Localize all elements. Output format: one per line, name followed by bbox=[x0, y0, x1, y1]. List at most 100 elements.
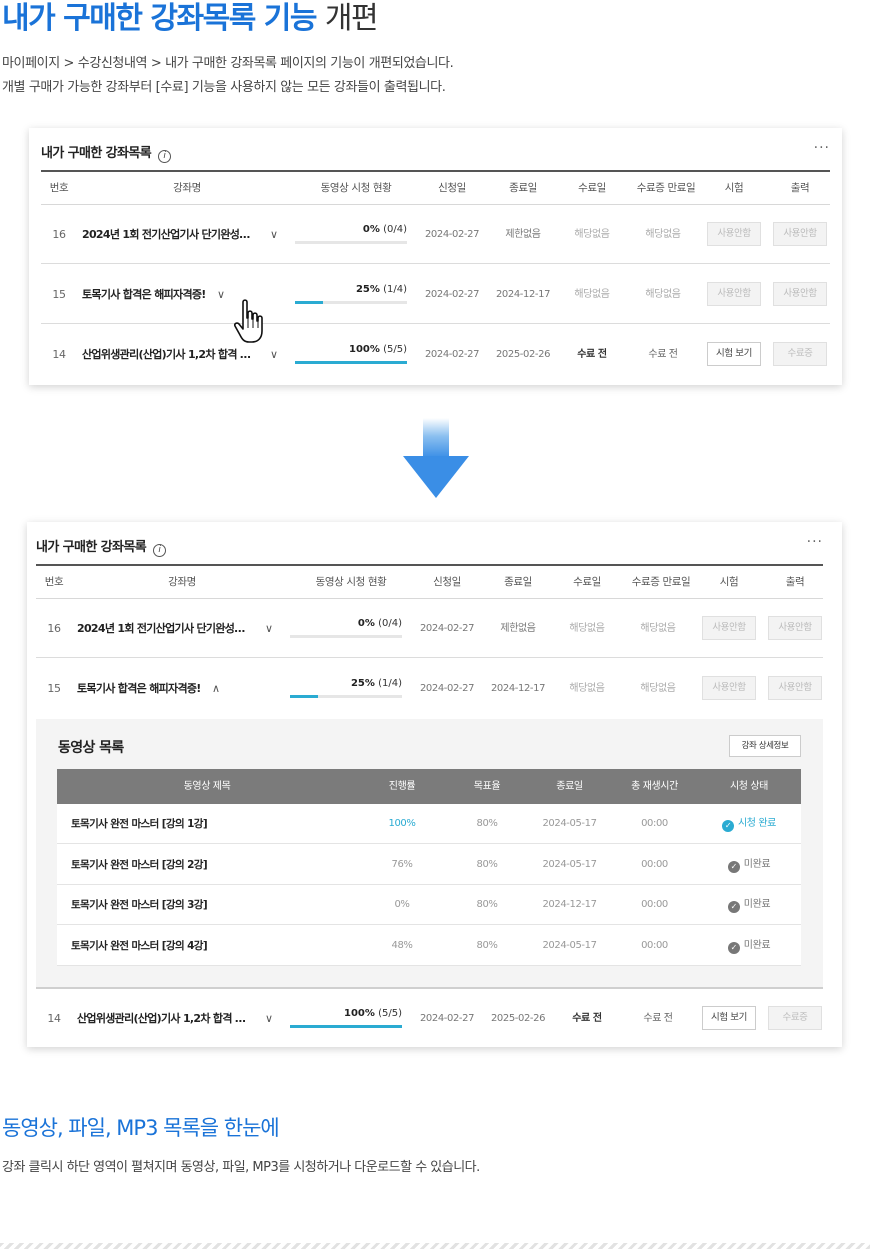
th-col-num: 번호 bbox=[44, 576, 64, 588]
video-title[interactable]: 토목기사 완전 마스터 [강의 4강] bbox=[71, 926, 351, 966]
course-name[interactable]: 산업위생관리(산업)기사 1,2차 합격 … ∨ bbox=[77, 989, 287, 1048]
apply-date: 2024-02-27 bbox=[419, 623, 475, 634]
course-list-panel-before: 내가 구매한 강좌목록 i ··· 번호 강좌명 동영상 시청 현황 신청일 종료일 수료일… bbox=[29, 128, 842, 385]
exam-button[interactable]: 시험 보기 bbox=[702, 1006, 756, 1030]
watch-status: ✓ 미완료 bbox=[697, 885, 801, 925]
chevron-up-icon[interactable]: ∧ bbox=[212, 659, 220, 718]
dashed-divider bbox=[0, 1243, 870, 1249]
watch-status: ✓ 미완료 bbox=[697, 845, 801, 885]
watch-status: ✓ 시청 완료 bbox=[697, 804, 801, 844]
apply-date: 2024-02-27 bbox=[424, 229, 480, 240]
print-button[interactable]: 사용안함 bbox=[768, 616, 822, 640]
progress-percent: 25% bbox=[355, 284, 380, 295]
course-name[interactable]: 2024년 1회 전기산업기사 단기완성… ∨ bbox=[77, 599, 287, 658]
progress-label: 100% (5/5) bbox=[349, 344, 407, 355]
video-table: 동영상 제목 진행률 목표율 종료일 총 재생시간 시청 상태 토목기사 완전 마스터 [… bbox=[57, 769, 801, 966]
progress-fill bbox=[295, 301, 323, 304]
th-col-complete: 수료일 bbox=[578, 182, 606, 194]
panel-header: 내가 구매한 강좌목록 i ··· bbox=[36, 534, 823, 557]
table-row[interactable]: 16 2024년 1회 전기산업기사 단기완성… ∨ 0% (0/4) 2024-02-… bbox=[41, 205, 830, 264]
progress-fill bbox=[290, 695, 318, 698]
video-row[interactable]: 토목기사 완전 마스터 [강의 2강] 76% 80% 2024-05-17 00:00… bbox=[57, 844, 801, 885]
video-end-date: 2024-05-17 bbox=[542, 939, 597, 951]
watch-status: ✓ 미완료 bbox=[697, 926, 801, 966]
more-icon[interactable]: ··· bbox=[807, 534, 823, 550]
video-end-date: 2024-05-17 bbox=[542, 818, 597, 829]
exam-button[interactable]: 사용안함 bbox=[707, 282, 761, 306]
exam-button[interactable]: 시험 보기 bbox=[707, 342, 761, 366]
more-icon[interactable]: ··· bbox=[814, 140, 830, 156]
chevron-down-icon[interactable]: ∨ bbox=[270, 205, 278, 264]
course-name-label: 산업위생관리(산업)기사 1,2차 합격 … bbox=[77, 1012, 246, 1025]
chevron-down-icon[interactable]: ∨ bbox=[265, 989, 273, 1048]
cert-expire-date: 해당없음 bbox=[640, 623, 676, 634]
th-col-exam: 시험 bbox=[724, 182, 744, 194]
hero-title-accent: 내가 구매한 강좌목록 기능 bbox=[2, 1, 317, 36]
end-date: 제한없음 bbox=[505, 229, 541, 240]
watch-status-label: 시청 완료 bbox=[738, 818, 776, 829]
video-title[interactable]: 토목기사 완전 마스터 [강의 1강] bbox=[71, 804, 351, 844]
th-col-print: 출력 bbox=[790, 182, 810, 194]
section-description: 강좌 클릭시 하단 영역이 펼쳐지며 동영상, 파일, MP3를 시청하거나 다… bbox=[2, 1160, 480, 1175]
video-title[interactable]: 토목기사 완전 마스터 [강의 2강] bbox=[71, 845, 351, 885]
end-date: 제한없음 bbox=[500, 623, 536, 634]
th-col-print: 출력 bbox=[785, 576, 805, 588]
course-name-label: 토목기사 합격은 해피자격증! bbox=[77, 682, 201, 695]
th-col-progress: 동영상 시청 현황 bbox=[315, 576, 387, 588]
print-button[interactable]: 사용안함 bbox=[773, 282, 827, 306]
row-number: 14 bbox=[47, 1012, 61, 1025]
video-title[interactable]: 토목기사 완전 마스터 [강의 3강] bbox=[71, 885, 351, 925]
table-row[interactable]: 14 산업위생관리(산업)기사 1,2차 합격 … ∨ 100% (5/5) 2024-… bbox=[41, 325, 830, 384]
video-progress: 48% bbox=[391, 939, 413, 951]
progress-label: 25% (1/4) bbox=[351, 678, 402, 689]
print-button[interactable]: 사용안함 bbox=[768, 676, 822, 700]
course-name-label: 2024년 1회 전기산업기사 단기완성… bbox=[82, 228, 250, 241]
progress-fill bbox=[295, 361, 407, 364]
progress-label: 0% (0/4) bbox=[363, 224, 407, 235]
th-col-name: 강좌명 bbox=[173, 182, 201, 194]
table-row[interactable]: 15 토목기사 합격은 해피자격증! ∧ 25% (1/4) 2024-02-27 202… bbox=[36, 659, 823, 718]
hero-desc-line-1: 마이페이지 > 수강신청내역 > 내가 구매한 강좌목록 페이지의 기능이 개편… bbox=[2, 56, 454, 71]
progress-percent: 100% bbox=[344, 1008, 375, 1019]
video-progress: 0% (0/4) bbox=[295, 205, 407, 264]
video-progress: 76% bbox=[391, 858, 413, 870]
apply-date: 2024-02-27 bbox=[424, 289, 480, 300]
video-duration: 00:00 bbox=[641, 939, 668, 951]
table-row[interactable]: 16 2024년 1회 전기산업기사 단기완성… ∨ 0% (0/4) 2024-02-… bbox=[36, 599, 823, 658]
table-row[interactable]: 15 토목기사 합격은 해피자격증! ∨ 25% (1/4) 2024-02-27 202… bbox=[41, 265, 830, 324]
chevron-down-icon[interactable]: ∨ bbox=[265, 599, 273, 658]
exam-button[interactable]: 사용안함 bbox=[702, 616, 756, 640]
course-detail-button[interactable]: 강좌 상세정보 bbox=[729, 735, 801, 757]
progress-count: (0/4) bbox=[383, 224, 407, 235]
print-button[interactable]: 수료증 bbox=[773, 342, 827, 366]
video-progress: 25% (1/4) bbox=[295, 265, 407, 324]
chevron-down-icon[interactable]: ∨ bbox=[270, 325, 278, 384]
course-name[interactable]: 토목기사 합격은 해피자격증! ∧ bbox=[77, 659, 287, 718]
video-row[interactable]: 토목기사 완전 마스터 [강의 1강] 100% 80% 2024-05-17 00:0… bbox=[57, 804, 801, 844]
video-row[interactable]: 토목기사 완전 마스터 [강의 3강] 0% 80% 2024-12-17 00:00 ✓… bbox=[57, 885, 801, 925]
cert-expire-date: 수료 전 bbox=[643, 1013, 673, 1024]
th-col-exam: 시험 bbox=[719, 576, 739, 588]
th-col-apply: 신청일 bbox=[438, 182, 466, 194]
apply-date: 2024-02-27 bbox=[419, 683, 475, 694]
progress-count: (5/5) bbox=[378, 1008, 402, 1019]
progress-label: 0% (0/4) bbox=[358, 618, 402, 629]
chevron-down-icon[interactable]: ∨ bbox=[217, 265, 225, 324]
info-icon[interactable]: i bbox=[153, 544, 167, 557]
course-table: 번호 강좌명 동영상 시청 현황 신청일 종료일 수료일 수료증 만료일 시험 출력 16 202… bbox=[41, 170, 830, 380]
video-row[interactable]: 토목기사 완전 마스터 [강의 4강] 48% 80% 2024-05-17 00:00… bbox=[57, 925, 801, 966]
info-icon[interactable]: i bbox=[158, 150, 172, 163]
apply-date: 2024-02-27 bbox=[419, 1013, 475, 1024]
cert-expire-date: 해당없음 bbox=[640, 683, 676, 694]
row-number: 16 bbox=[52, 228, 66, 241]
course-name[interactable]: 2024년 1회 전기산업기사 단기완성… ∨ bbox=[82, 205, 292, 264]
exam-button[interactable]: 사용안함 bbox=[707, 222, 761, 246]
progress-label: 100% (5/5) bbox=[344, 1008, 402, 1019]
exam-button[interactable]: 사용안함 bbox=[702, 676, 756, 700]
video-end-date: 2024-12-17 bbox=[542, 899, 597, 910]
table-row[interactable]: 14 산업위생관리(산업)기사 1,2차 합격 … ∨ 100% (5/5) 2024-… bbox=[36, 989, 823, 1048]
th-col-complete: 수료일 bbox=[573, 576, 601, 588]
print-button[interactable]: 사용안함 bbox=[773, 222, 827, 246]
complete-date: 수료 전 bbox=[577, 349, 607, 360]
print-button[interactable]: 수료증 bbox=[768, 1006, 822, 1030]
